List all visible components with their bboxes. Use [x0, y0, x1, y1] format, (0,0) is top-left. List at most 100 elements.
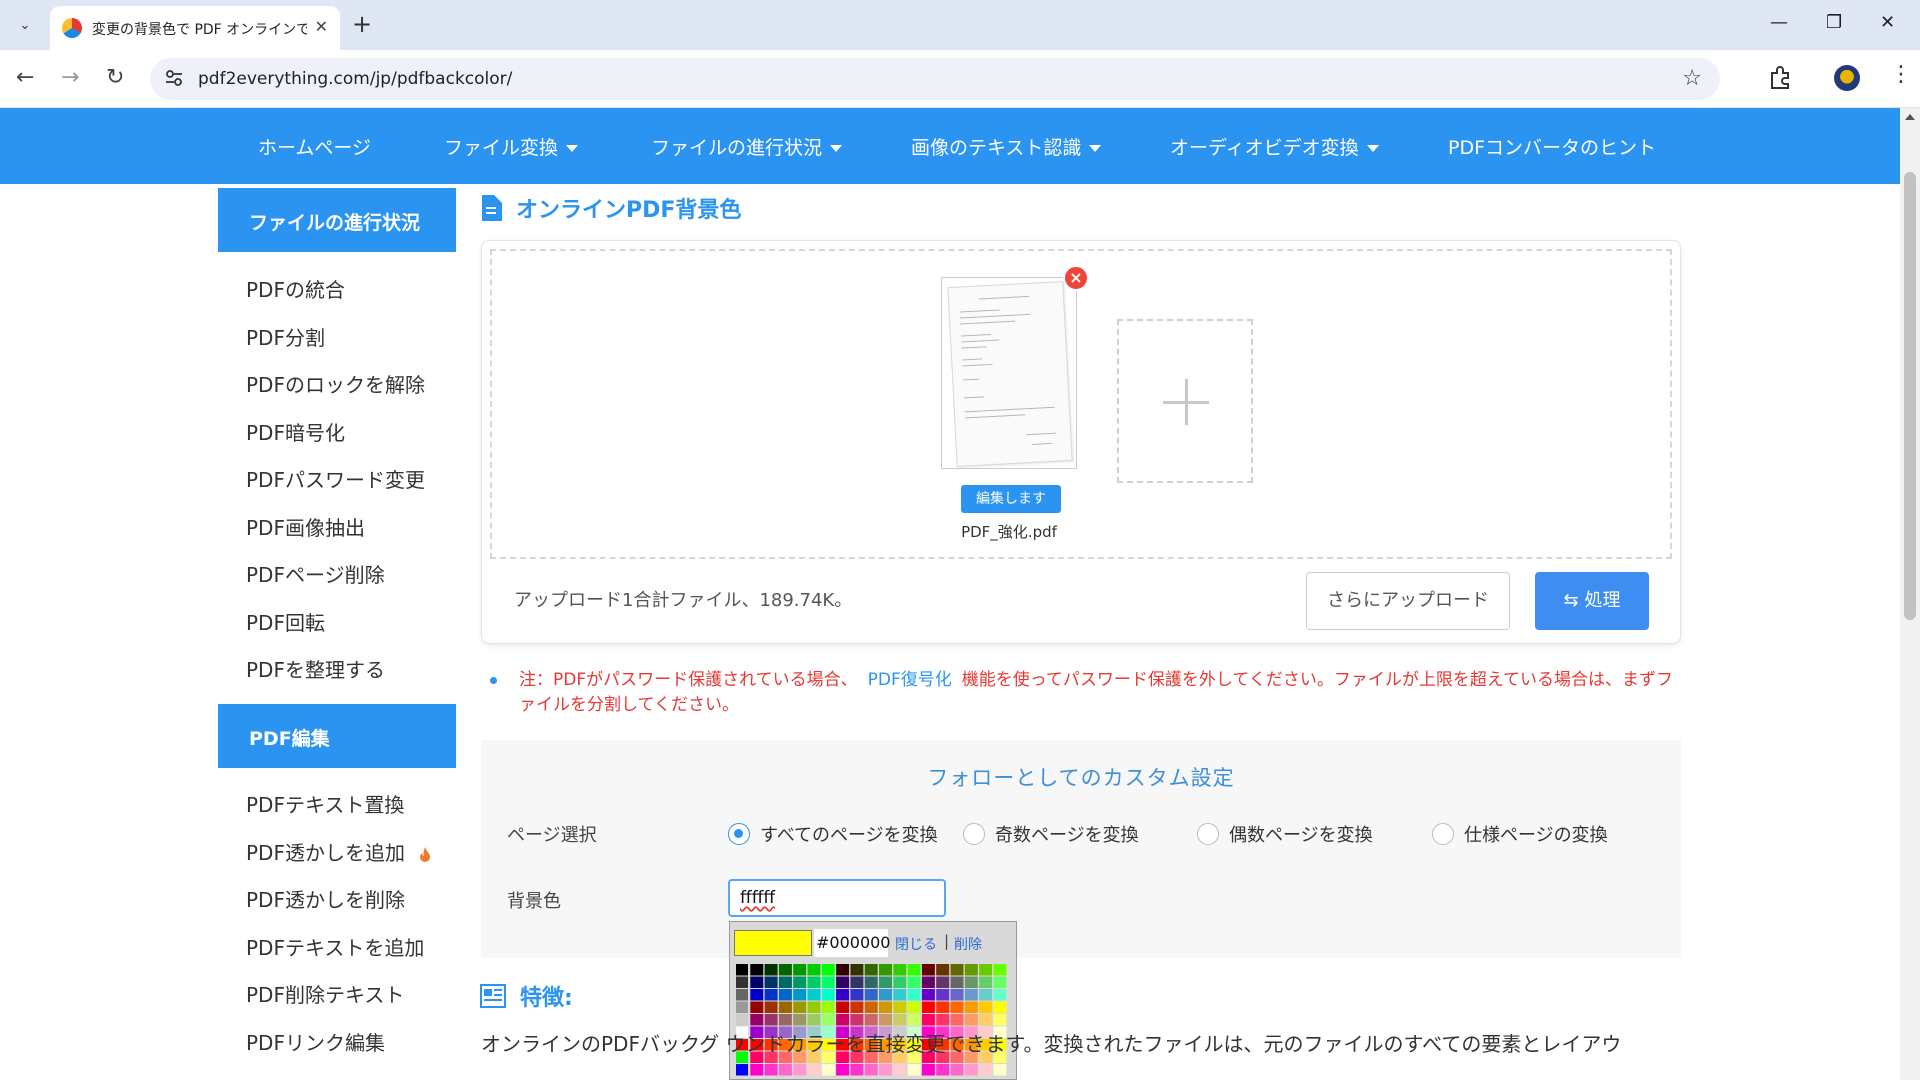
sidebar-item-delete-pages[interactable]: PDFページ削除 [246, 559, 385, 588]
sidebar-item-unlock[interactable]: PDFのロックを解除 [246, 369, 425, 398]
nav-file-progress[interactable]: ファイルの進行状況 [651, 133, 843, 160]
color-cell [879, 1064, 892, 1076]
color-cell [850, 976, 864, 988]
sidebar-item-merge[interactable]: PDFの統合 [246, 274, 345, 303]
new-tab-plus-icon[interactable]: + [352, 10, 372, 38]
back-arrow-icon[interactable]: ← [16, 66, 34, 90]
picker-close-link[interactable]: 閉じる [895, 934, 937, 954]
color-cell [979, 964, 993, 976]
picker-delete-link[interactable]: 削除 [954, 934, 982, 954]
color-cell [850, 1014, 864, 1026]
color-cell [850, 1064, 864, 1076]
scrollbar-thumb[interactable] [1904, 172, 1916, 620]
radio-specific-pages[interactable]: 仕様ページの変換 [1432, 821, 1608, 847]
color-cell [979, 1014, 993, 1026]
nav-audio-video[interactable]: オーディオビデオ変換 [1170, 133, 1379, 160]
bg-color-label: 背景色 [507, 891, 561, 912]
sidebar-item-extract-images[interactable]: PDF画像抽出 [246, 512, 365, 541]
color-cell [736, 989, 748, 1001]
restore-icon[interactable]: ❐ [1826, 12, 1842, 33]
color-cell [736, 1014, 748, 1026]
radio-unselected-icon[interactable] [963, 823, 985, 845]
swap-arrows-icon: ⇆ [1563, 590, 1579, 611]
bookmark-star-icon[interactable]: ☆ [1682, 66, 1702, 91]
color-cell [750, 976, 764, 988]
radio-even-pages[interactable]: 偶数ページを変換 [1197, 821, 1373, 847]
site-info-tune-icon[interactable] [164, 68, 184, 88]
sidebar-item-encrypt[interactable]: PDF暗号化 [246, 417, 345, 446]
color-grid[interactable] [734, 962, 1016, 1080]
color-cell [807, 1064, 821, 1076]
color-cell [778, 976, 792, 988]
nav-file-convert[interactable]: ファイル変換 [444, 133, 579, 160]
color-cell [807, 1014, 821, 1026]
document-icon [482, 195, 502, 221]
tab-title: 変更の背景色で PDF オンラインで編集 [92, 22, 307, 38]
sidebar-section-pdf-edit: PDF編集 [218, 704, 456, 768]
tab-close-icon[interactable]: ✕ [315, 17, 328, 36]
radio-odd-pages[interactable]: 奇数ページを変換 [963, 821, 1139, 847]
color-cell [864, 964, 878, 976]
color-cell [778, 989, 792, 1001]
caret-down-icon [830, 145, 843, 152]
omnibox[interactable]: pdf2everything.com/jp/pdfbackcolor/ ☆ [150, 58, 1720, 100]
radio-all-pages[interactable]: すべてのページを変換 [728, 821, 938, 847]
color-cell [836, 976, 850, 988]
more-upload-button[interactable]: さらにアップロード [1306, 572, 1510, 630]
nav-home[interactable]: ホームページ [258, 133, 371, 160]
remove-file-icon[interactable]: × [1063, 265, 1089, 291]
pdf-thumbnail[interactable] [941, 277, 1077, 469]
sidebar-item-add-text[interactable]: PDFテキストを追加 [246, 932, 424, 961]
sidebar-item-add-watermark[interactable]: PDF透かしを追加 [246, 837, 431, 866]
color-cell [764, 1014, 778, 1026]
sidebar-item-remove-watermark[interactable]: PDF透かしを削除 [246, 884, 405, 913]
radio-unselected-icon[interactable] [1197, 823, 1219, 845]
nav-pdf-tips[interactable]: PDFコンバータのヒント [1448, 133, 1656, 160]
color-cell [893, 1014, 907, 1026]
sidebar-item-split[interactable]: PDF分割 [246, 322, 325, 351]
radio-selected-icon[interactable] [728, 823, 750, 845]
color-cell [950, 1064, 964, 1076]
radio-specific-pages-label: 仕様ページの変換 [1464, 825, 1608, 846]
sidebar-item-rotate[interactable]: PDF回転 [246, 607, 325, 636]
color-cell [993, 1001, 1007, 1013]
color-cell [778, 1001, 792, 1013]
edit-file-button[interactable]: 編集します [961, 485, 1061, 513]
url-text[interactable]: pdf2everything.com/jp/pdfbackcolor/ [198, 69, 512, 89]
color-cell [964, 1001, 978, 1013]
extensions-puzzle-icon[interactable] [1768, 64, 1794, 90]
bg-color-input[interactable]: ffffff [728, 879, 946, 917]
page-select-label: ページ選択 [507, 825, 597, 846]
scroll-up-arrow-icon[interactable] [1905, 114, 1915, 120]
sidebar-item-replace-text[interactable]: PDFテキスト置換 [246, 789, 404, 818]
site-nav-bar: ホームページ ファイル変換 ファイルの進行状況 画像のテキスト認識 オーディオビ… [0, 108, 1900, 184]
sidebar-item-change-password[interactable]: PDFパスワード変更 [246, 464, 425, 493]
reload-icon[interactable]: ↻ [106, 66, 124, 90]
plus-icon-vertical [1185, 379, 1188, 425]
upload-dropzone[interactable]: × 編集します PDF_強化.pdf [490, 249, 1672, 559]
color-cell [864, 1014, 878, 1026]
process-button[interactable]: ⇆ 処理 [1535, 572, 1649, 630]
current-color-swatch [734, 930, 812, 956]
forward-arrow-icon[interactable]: → [61, 66, 79, 90]
window-close-icon[interactable]: ✕ [1880, 12, 1895, 33]
pdf-decrypt-link[interactable]: PDF復号化 [868, 670, 952, 690]
nav-image-ocr[interactable]: 画像のテキスト認識 [911, 133, 1102, 160]
profile-avatar[interactable] [1834, 65, 1860, 91]
sidebar-item-delete-text[interactable]: PDF削除テキスト [246, 979, 404, 1008]
minimize-icon[interactable]: — [1770, 12, 1788, 33]
radio-unselected-icon[interactable] [1432, 823, 1454, 845]
color-cell [936, 964, 950, 976]
page-scrollbar[interactable] [1900, 108, 1920, 1080]
sidebar-item-edit-links[interactable]: PDFリンク編集 [246, 1027, 385, 1056]
browser-tab-active[interactable]: 変更の背景色で PDF オンラインで編集 ✕ [50, 6, 340, 50]
add-file-box[interactable] [1117, 319, 1253, 483]
flame-icon [420, 846, 431, 862]
color-cell [850, 964, 864, 976]
color-cell [793, 1064, 807, 1076]
sidebar-item-organize[interactable]: PDFを整理する [246, 654, 385, 683]
hex-value-field[interactable]: #000000 [814, 929, 890, 957]
caret-down-icon [566, 145, 579, 152]
tab-search-chevron-icon[interactable]: ⌄ [10, 10, 40, 40]
browser-menu-icon[interactable]: ⋮ [1890, 62, 1912, 87]
